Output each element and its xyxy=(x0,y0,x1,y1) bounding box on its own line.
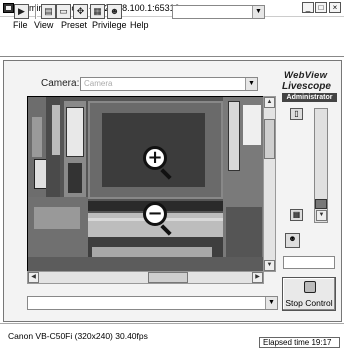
user-icon[interactable]: ☻ xyxy=(107,4,122,19)
zoom-wide-icon[interactable]: ▦ xyxy=(290,209,303,221)
video-vertical-scrollbar[interactable]: ▲ ▼ xyxy=(263,96,276,272)
toolbar-separator xyxy=(35,4,37,19)
toolbar xyxy=(0,33,344,57)
stop-control-button[interactable]: Stop Control xyxy=(282,277,336,311)
zoom-tele-icon[interactable]: ▯ xyxy=(290,108,303,120)
elapsed-time: Elapsed time 19:17 xyxy=(259,337,340,348)
preset-select[interactable]: ▼ xyxy=(27,296,278,310)
minimize-button[interactable]: _ xyxy=(302,2,314,13)
snapshot-icon[interactable]: ▤ xyxy=(41,4,56,19)
vertical-scroll-thumb[interactable] xyxy=(264,119,275,159)
zoom-out-icon[interactable]: − xyxy=(143,202,167,226)
video-view[interactable]: + − xyxy=(27,96,264,272)
zoom-down-icon[interactable]: ▼ xyxy=(316,210,327,221)
chevron-down-icon: ▼ xyxy=(245,78,257,90)
logo-webview: WebView xyxy=(284,70,328,81)
capture-icon[interactable]: ▶ xyxy=(14,4,29,19)
zoom-slider-thumb[interactable] xyxy=(315,199,327,209)
camera-label: Camera: xyxy=(41,78,80,89)
scroll-left-icon[interactable]: ◀ xyxy=(28,272,39,283)
menu-bar: File View Preset Privilege Help xyxy=(0,18,344,32)
chevron-down-icon: ▼ xyxy=(265,297,277,309)
ptz-icon[interactable]: ✥ xyxy=(73,4,88,19)
logo-livescope: Livescope xyxy=(282,81,331,92)
user-icon[interactable]: ☻ xyxy=(285,233,300,248)
horizontal-scroll-thumb[interactable] xyxy=(148,272,188,283)
menu-privilege[interactable]: Privilege xyxy=(92,20,127,30)
app-icon xyxy=(3,3,14,13)
video-horizontal-scrollbar[interactable]: ◀ ▶ xyxy=(27,271,264,284)
chevron-down-icon: ▼ xyxy=(252,6,264,18)
zoom-in-icon[interactable]: + xyxy=(143,146,167,170)
maximize-button[interactable]: □ xyxy=(315,2,327,13)
toolbar-select[interactable]: ▼ xyxy=(172,5,265,19)
close-button[interactable]: × xyxy=(329,2,341,13)
camera-info: Canon VB-C50Fi (320x240) 30.40fps xyxy=(8,331,148,341)
window-icon[interactable]: ▭ xyxy=(56,4,71,19)
stop-icon xyxy=(304,281,316,293)
scroll-up-icon[interactable]: ▲ xyxy=(264,97,275,108)
scroll-down-icon[interactable]: ▼ xyxy=(264,260,275,271)
camera-select[interactable]: Camera ▼ xyxy=(80,77,258,91)
preset-input[interactable] xyxy=(283,256,335,269)
menu-file[interactable]: File xyxy=(13,20,28,30)
menu-preset[interactable]: Preset xyxy=(61,20,87,30)
camera-select-value: Camera xyxy=(84,79,113,88)
admin-badge: Administrator xyxy=(282,93,337,102)
menu-view[interactable]: View xyxy=(34,20,53,30)
image-icon[interactable]: ▦ xyxy=(90,4,105,19)
stop-control-label: Stop Control xyxy=(285,298,333,308)
menu-help[interactable]: Help xyxy=(130,20,149,30)
scroll-right-icon[interactable]: ▶ xyxy=(252,272,263,283)
